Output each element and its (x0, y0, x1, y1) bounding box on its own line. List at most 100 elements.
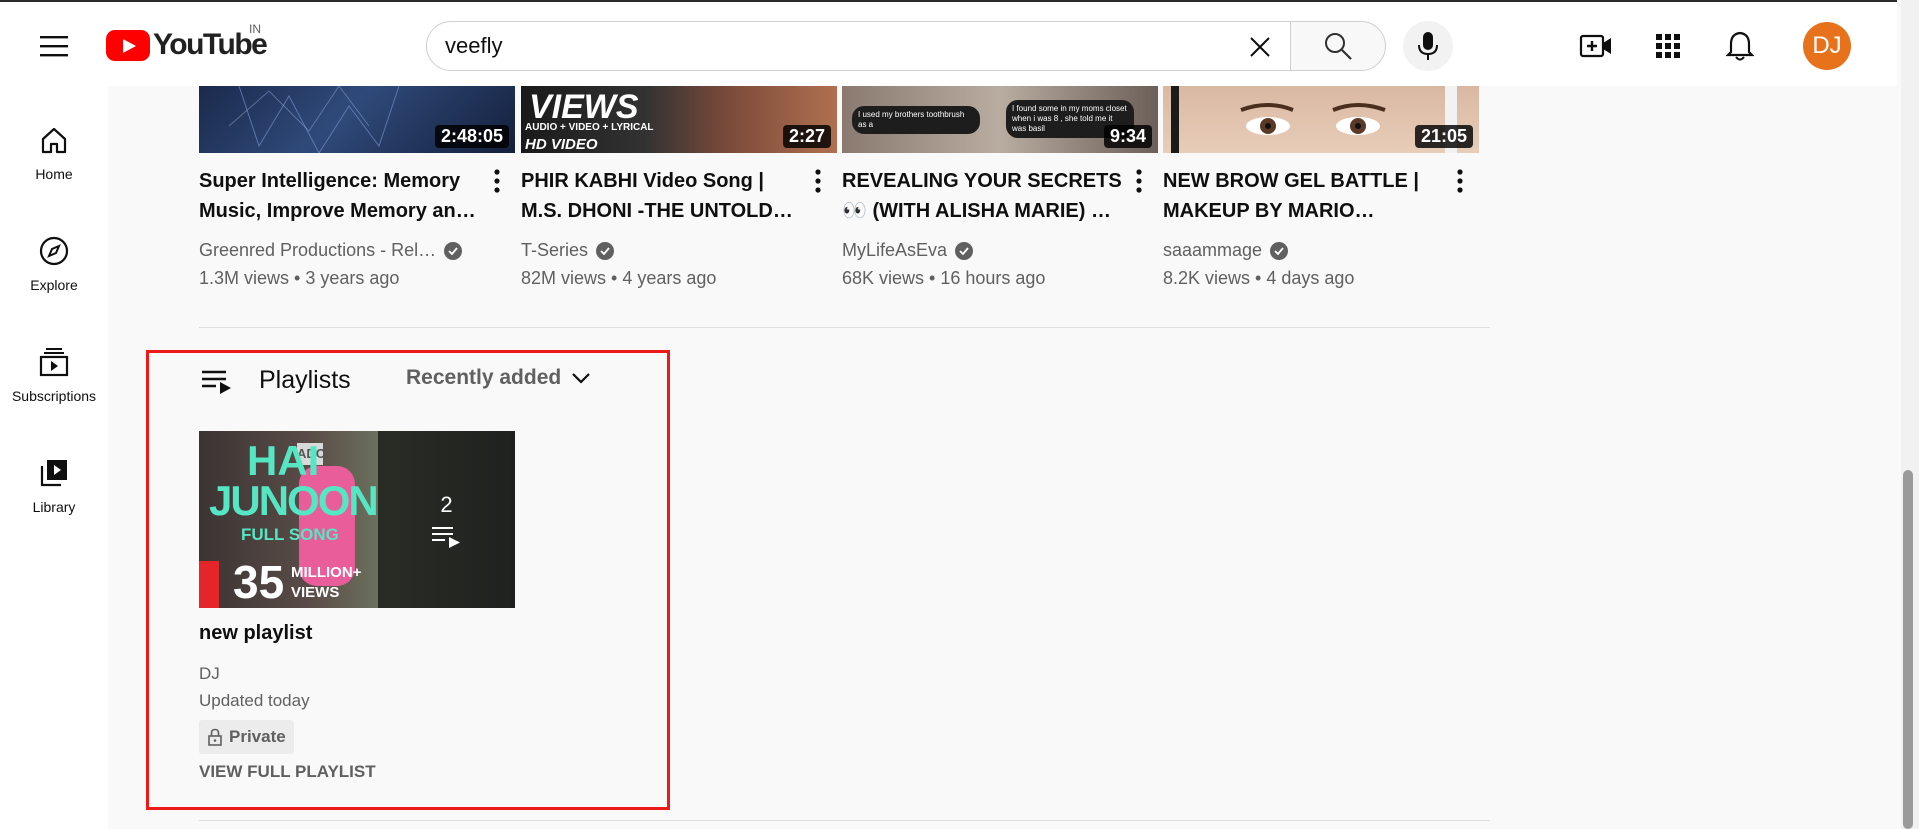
guide-label-subscriptions: Subscriptions (11, 388, 97, 404)
subscriptions-icon (39, 348, 69, 377)
search-button[interactable] (1290, 21, 1386, 71)
video-title-line: 👀 (WITH ALISHA MARIE) … (842, 200, 1111, 222)
section-divider (199, 327, 1490, 328)
video-metadata: 8.2K views • 4 days ago (1163, 268, 1355, 288)
view-full-playlist-link[interactable]: VIEW FULL PLAYLIST (199, 762, 376, 782)
apps-grid-icon (1656, 34, 1680, 58)
video-title-line: Music, Improve Memory an… (199, 200, 476, 222)
channel-name[interactable]: MyLifeAsEva (842, 240, 974, 261)
playlist-thumbnail[interactable]: ADO HAI JUNOON FULL SONG 35 MILLION+ VIE… (199, 431, 515, 608)
video-thumbnail[interactable]: 2:48:05 (199, 86, 515, 153)
video-duration: 2:48:05 (434, 125, 509, 148)
view-count: 8.2K views (1163, 268, 1251, 288)
video-metadata: 1.3M views • 3 years ago (199, 268, 400, 288)
more-vert-icon (1457, 169, 1463, 193)
clear-search-button[interactable] (1244, 31, 1276, 63)
playlist-count-overlay: 2 (378, 431, 515, 608)
video-title[interactable]: NEW BROW GEL BATTLE | MAKEUP BY MARIO… (1163, 166, 1453, 226)
library-icon (40, 460, 67, 487)
video-menu-button[interactable] (1127, 166, 1151, 196)
channel-name[interactable]: T-Series (521, 240, 615, 261)
thumbnail-caption: I used my brothers toothbrush as a (852, 106, 980, 134)
chevron-down-icon (572, 373, 590, 384)
voice-search-button[interactable] (1403, 21, 1453, 71)
view-count: 68K views (842, 268, 925, 288)
more-vert-icon (815, 169, 821, 193)
hamburger-menu-button[interactable] (34, 26, 74, 66)
guide-item-library[interactable]: Library (0, 447, 108, 531)
upload-age: 16 hours ago (940, 268, 1046, 288)
channel-name-text: MyLifeAsEva (842, 240, 948, 260)
compass-icon (39, 236, 69, 266)
sort-dropdown[interactable]: Recently added (406, 366, 591, 390)
country-code: IN (249, 22, 261, 36)
view-count: 1.3M views (199, 268, 290, 288)
video-metadata: 82M views • 4 years ago (521, 268, 717, 288)
search-input[interactable] (445, 30, 1205, 62)
video-title[interactable]: PHIR KABHI Video Song | M.S. DHONI -THE … (521, 166, 811, 226)
playlist-title[interactable]: new playlist (199, 622, 312, 645)
channel-name-text: Greenred Productions - Rel… (199, 240, 437, 260)
channel-name-text: saaammage (1163, 240, 1263, 260)
youtube-logo[interactable]: YouTube IN (106, 22, 268, 62)
guide-label-explore: Explore (30, 277, 78, 293)
more-vert-icon (1136, 169, 1142, 193)
playlist-icon (202, 370, 231, 394)
guide-label-library: Library (32, 499, 76, 515)
video-thumbnail[interactable]: 21:05 (1163, 86, 1479, 153)
video-title[interactable]: REVEALING YOUR SECRETS 👀 (WITH ALISHA MA… (842, 166, 1132, 226)
view-count: 82M views (521, 268, 607, 288)
privacy-label: Private (229, 727, 286, 746)
guide-item-explore[interactable]: Explore (0, 225, 108, 309)
video-menu-button[interactable] (806, 166, 830, 196)
guide-sidebar: Home Explore Subscriptions Library (0, 86, 108, 829)
channel-name-text: T-Series (521, 240, 589, 260)
upload-age: 3 years ago (305, 268, 400, 288)
video-title-line: MAKEUP BY MARIO… (1163, 200, 1375, 222)
video-duration: 21:05 (1414, 125, 1473, 148)
microphone-icon (1418, 32, 1438, 60)
more-vert-icon (494, 169, 500, 193)
guide-item-subscriptions[interactable]: Subscriptions (0, 336, 108, 420)
apps-button[interactable] (1648, 26, 1688, 66)
create-button[interactable] (1576, 26, 1616, 66)
yrf-logo (199, 561, 219, 608)
hamburger-icon (40, 36, 68, 57)
thumbnail-text: MILLION+ (291, 564, 362, 581)
video-metadata: 68K views • 16 hours ago (842, 268, 1046, 288)
scrollbar-thumb[interactable] (1903, 470, 1913, 829)
sort-label: Recently added (406, 366, 562, 389)
thumbnail-text: FULL SONG (241, 525, 339, 544)
video-thumbnail[interactable]: VIEWS AUDIO + VIDEO + LYRICAL HD VIDEO 2… (521, 86, 837, 153)
verified-icon (596, 241, 615, 260)
video-duration: 2:27 (782, 125, 831, 148)
video-title[interactable]: Super Intelligence: Memory Music, Improv… (199, 166, 489, 226)
channel-name[interactable]: Greenred Productions - Rel… (199, 240, 463, 261)
thumbnail-text: HD VIDEO (525, 136, 598, 153)
video-menu-button[interactable] (1448, 166, 1472, 196)
video-thumbnail[interactable]: I used my brothers toothbrush as a I fou… (842, 86, 1158, 153)
video-title-line: M.S. DHONI -THE UNTOLD… (521, 200, 793, 222)
youtube-play-icon (106, 29, 150, 61)
bell-icon (1726, 31, 1754, 61)
upload-age: 4 years ago (622, 268, 717, 288)
channel-name[interactable]: saaammage (1163, 240, 1289, 261)
video-duration: 9:34 (1103, 125, 1152, 148)
avatar[interactable]: DJ (1803, 22, 1851, 70)
verified-icon (1270, 241, 1289, 260)
shelf-title: Playlists (259, 366, 351, 394)
thumbnail-text: VIEWS (291, 584, 340, 601)
thumbnail-text: JUNOON (209, 477, 379, 524)
playlist-owner[interactable]: DJ (199, 664, 220, 684)
thumbnail-text: 35 (233, 556, 285, 608)
verified-icon (955, 241, 974, 260)
home-icon (41, 127, 67, 154)
section-divider (199, 820, 1490, 821)
notifications-button[interactable] (1720, 26, 1760, 66)
playlist-video-count: 2 (440, 491, 453, 517)
search-box (426, 21, 1291, 71)
video-menu-button[interactable] (485, 166, 509, 196)
verified-icon (444, 241, 463, 260)
guide-item-home[interactable]: Home (0, 114, 108, 198)
video-title-line: Super Intelligence: Memory (199, 170, 461, 192)
